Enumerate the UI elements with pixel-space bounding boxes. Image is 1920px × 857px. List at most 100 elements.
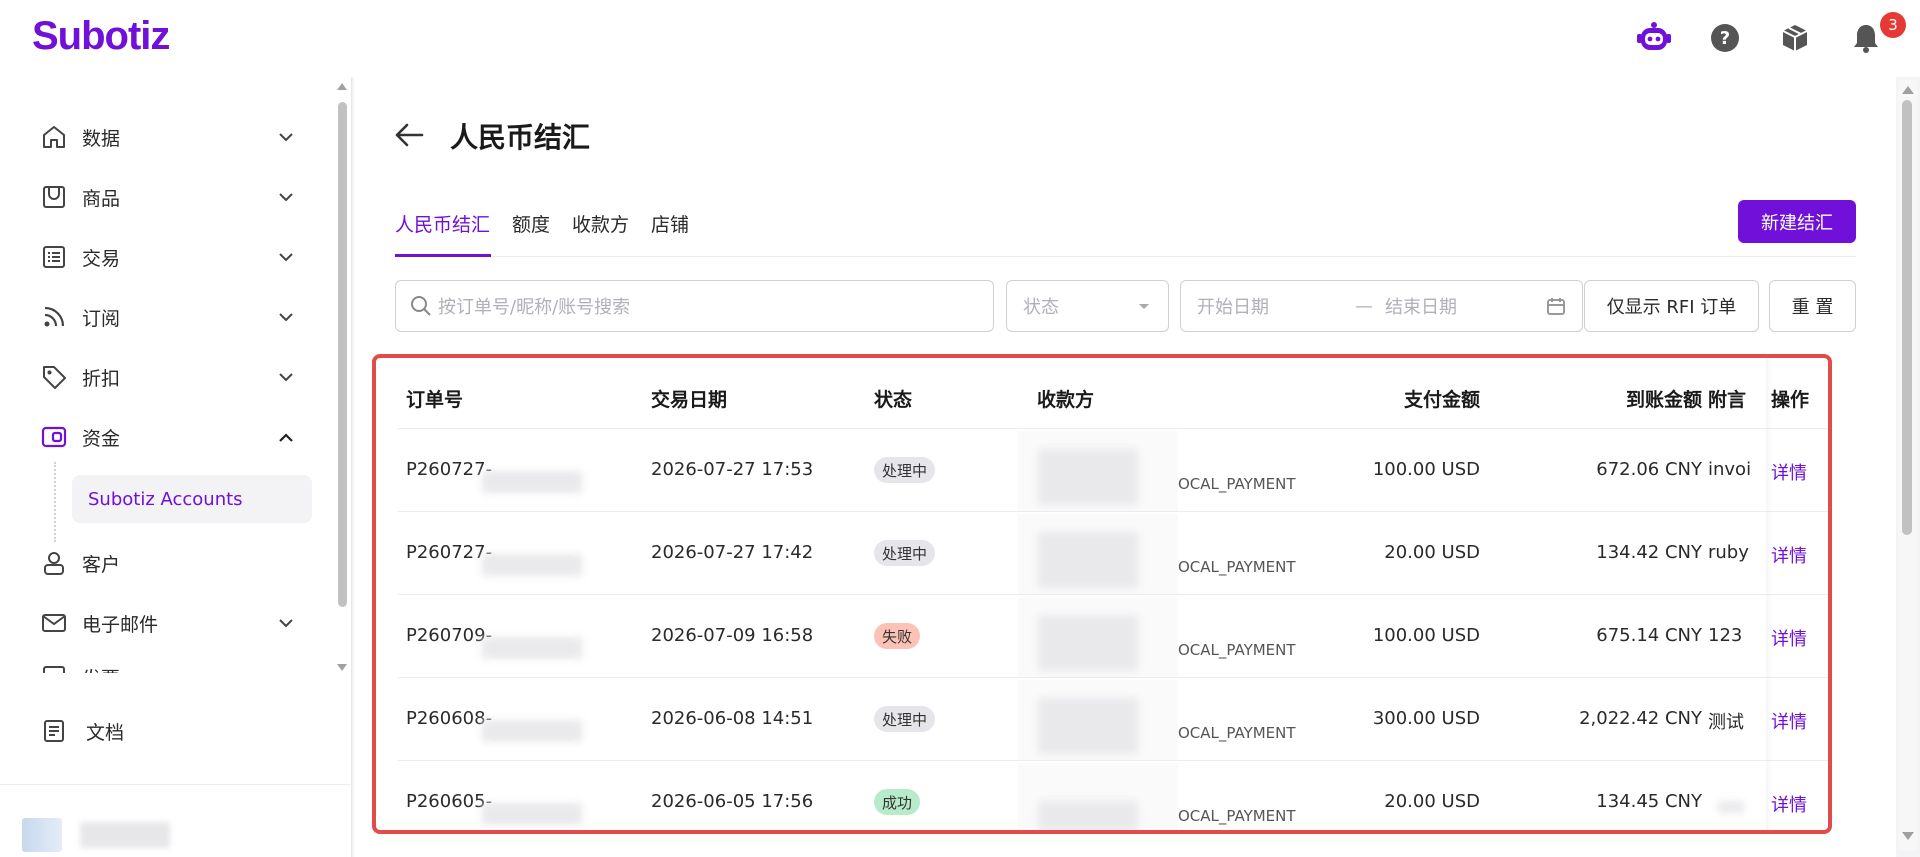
column-header-pay-amount: 支付金额 [1403,389,1480,411]
tab-quota[interactable]: 额度 [512,210,550,237]
svg-text:?: ? [1720,28,1730,49]
scroll-down-icon[interactable] [1898,830,1918,844]
sidebar-item-products[interactable]: 商品 [0,173,320,221]
note-text: invoi [1708,459,1752,480]
sidebar-item-data[interactable]: 数据 [0,113,320,161]
status-select[interactable]: 状态 [1006,280,1169,332]
received-amount: 672.06 CNY [1596,459,1702,480]
sidebar-scrollbar[interactable] [335,80,349,680]
robot-assistant-icon[interactable] [1636,20,1672,56]
payment-method: OCAL_PAYMENT [1178,807,1296,825]
top-bar: Subotiz ? 3 [0,0,1920,77]
status-badge: 失败 [874,623,921,649]
end-date-input[interactable]: 结束日期 [1385,293,1457,319]
sidebar-item-docs[interactable]: 文档 [0,707,320,755]
transaction-date: 2026-07-09 16:58 [651,625,814,646]
redacted-payee [1038,615,1138,671]
details-link[interactable]: 详情 [1771,708,1807,734]
pay-amount: 20.00 USD [1384,542,1480,563]
transaction-date: 2026-06-05 17:56 [651,791,814,812]
tab-stores[interactable]: 店铺 [651,210,689,237]
tab-payees[interactable]: 收款方 [572,210,629,237]
transaction-date: 2026-07-27 17:53 [651,459,814,480]
chevron-down-icon [276,367,296,387]
sidebar-item-invoices[interactable]: 发票 [0,659,320,673]
sidebar-item-funds[interactable]: 资金 [0,413,320,461]
transaction-date: 2026-06-08 14:51 [651,708,814,729]
scrollbar-thumb[interactable] [338,102,347,607]
reset-button[interactable]: 重 置 [1769,280,1856,332]
brand-logo[interactable]: Subotiz [32,14,170,59]
table-row[interactable]: P260709- 2026-07-09 16:58 失败 OCAL_PAYMEN… [398,594,1828,677]
bell-icon[interactable] [1848,20,1884,56]
tab-cny-settlement[interactable]: 人民币结汇 [395,210,490,237]
chevron-down-icon [276,127,296,147]
chevron-down-icon [276,667,296,673]
avatar[interactable] [22,818,62,852]
package-icon[interactable] [1777,20,1813,56]
transaction-date: 2026-07-27 17:42 [651,542,814,563]
rfi-only-button[interactable]: 仅显示 RFI 订单 [1584,280,1759,332]
order-number: P260608- [406,708,493,729]
scroll-down-icon[interactable] [335,662,349,674]
tabs-divider [394,256,1856,257]
sidebar-item-label: 电子邮件 [82,613,159,636]
order-number: P260709- [406,625,493,646]
redacted-order-suffix [482,637,582,659]
submenu-guide [54,462,56,542]
scrollbar-thumb[interactable] [1902,100,1912,535]
sidebar-item-email[interactable]: 电子邮件 [0,599,320,647]
date-separator: — [1355,295,1373,317]
payment-method: OCAL_PAYMENT [1178,641,1296,659]
pay-amount: 300.00 USD [1372,708,1480,729]
chevron-down-icon [276,247,296,267]
sidebar-item-label: 发票 [82,664,120,674]
details-link[interactable]: 详情 [1771,791,1807,817]
home-icon [40,123,68,151]
sidebar-item-subscriptions[interactable]: 订阅 [0,293,320,341]
sidebar-subitem-subotiz-accounts[interactable]: Subotiz Accounts [72,475,312,523]
sidebar-item-label: 订阅 [82,307,121,330]
payment-method: OCAL_PAYMENT [1178,558,1296,576]
main-scrollbar[interactable] [1898,80,1918,850]
column-header-status: 状态 [874,389,913,411]
scroll-up-icon[interactable] [1898,82,1918,96]
received-amount: 134.45 CNY [1596,791,1702,812]
help-icon[interactable]: ? [1707,20,1743,56]
start-date-input[interactable]: 开始日期 [1197,293,1269,319]
table-row[interactable]: P260727- 2026-07-27 17:53 处理中 OCAL_PAYME… [398,428,1828,511]
search-placeholder: 按订单号/昵称/账号搜索 [438,297,631,318]
order-number: P260727- [406,459,493,480]
mail-icon [40,609,68,637]
table-row[interactable]: P260605- 2026-06-05 17:56 成功 OCAL_PAYMEN… [398,760,1828,830]
sidebar-item-customers[interactable]: 客户 [0,539,320,587]
redacted-order-suffix [482,471,582,493]
sidebar-item-discounts[interactable]: 折扣 [0,353,320,401]
table-row[interactable]: P260727- 2026-07-27 17:42 处理中 OCAL_PAYME… [398,511,1828,594]
received-amount: 675.14 CNY [1596,625,1702,646]
note-text: 测试 [1708,712,1744,733]
details-link[interactable]: 详情 [1771,625,1807,651]
list-icon [40,243,68,271]
back-arrow-icon[interactable] [392,118,426,152]
table-row[interactable]: P260608- 2026-06-08 14:51 处理中 OCAL_PAYME… [398,677,1828,760]
sidebar-item-label: 折扣 [82,367,121,390]
search-input[interactable]: 按订单号/昵称/账号搜索 [395,280,994,332]
active-tab-indicator [395,254,491,257]
sidebar-item-transactions[interactable]: 交易 [0,233,320,281]
scroll-up-icon[interactable] [335,80,349,92]
wallet-icon [40,423,68,451]
pay-amount: 20.00 USD [1384,791,1480,812]
details-link[interactable]: 详情 [1771,459,1807,485]
caret-down-icon [1139,304,1149,309]
sticky-column-shadow [1766,358,1772,830]
details-link[interactable]: 详情 [1771,542,1807,568]
date-range-picker[interactable]: 开始日期 — 结束日期 [1180,280,1583,332]
payment-method: OCAL_PAYMENT [1178,475,1296,493]
redacted-order-suffix [482,720,582,742]
new-settlement-button[interactable]: 新建结汇 [1738,200,1856,243]
status-badge: 处理中 [874,540,936,566]
redacted-payee [1038,801,1138,830]
shop-icon [40,183,68,211]
invoice-icon [40,663,68,673]
